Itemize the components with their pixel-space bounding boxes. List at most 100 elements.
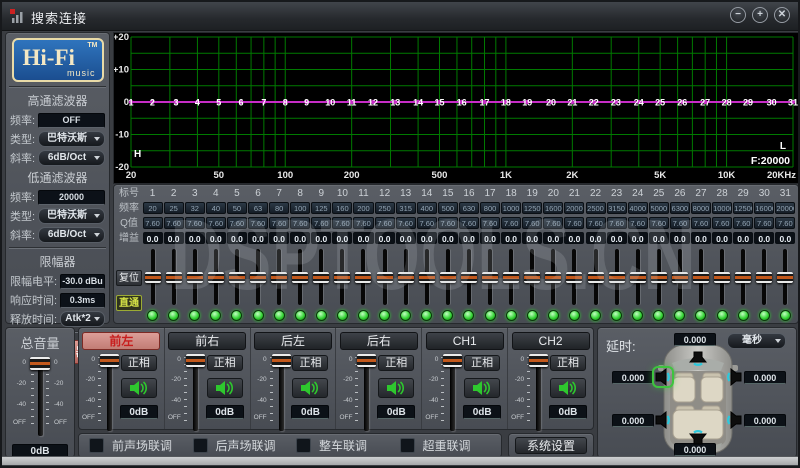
band-frequency-field[interactable]: 25 xyxy=(163,202,184,214)
band-frequency-field[interactable]: 6300 xyxy=(669,202,690,214)
delay-value-rear-left[interactable]: 0.000 xyxy=(612,414,654,427)
fader-handle[interactable] xyxy=(271,354,291,367)
delay-value-rear-right[interactable]: 0.000 xyxy=(744,414,786,427)
band-frequency-field[interactable]: 8000 xyxy=(690,202,711,214)
channel-select-button[interactable]: 前左 xyxy=(82,332,161,350)
limiter-select[interactable]: Atk*2 xyxy=(60,311,105,327)
band-frequency-field[interactable]: 125 xyxy=(311,202,332,214)
speaker-position-front-right[interactable] xyxy=(725,367,743,387)
eq-response-graph[interactable]: +20+100-10-2020 50 100 200 500 1K 2K 5K 10K 20KHz… xyxy=(113,32,798,181)
band-q-field[interactable]: 7.60 xyxy=(690,217,711,229)
band-gain-slider[interactable] xyxy=(543,249,564,305)
mute-button[interactable] xyxy=(378,378,415,398)
band-q-field[interactable]: 7.60 xyxy=(163,217,184,229)
band-gain-slider[interactable] xyxy=(754,249,775,305)
band-q-field[interactable]: 7.60 xyxy=(311,217,332,229)
band-frequency-field[interactable]: 16000 xyxy=(754,202,775,214)
band-q-field[interactable]: 7.60 xyxy=(627,217,648,229)
slider-handle[interactable] xyxy=(165,272,182,283)
mute-button[interactable] xyxy=(464,378,501,398)
band-frequency-field[interactable]: 20 xyxy=(142,202,163,214)
band-gain-field[interactable]: 0.0 xyxy=(142,232,163,244)
band-gain-field[interactable]: 0.0 xyxy=(669,232,690,244)
band-gain-slider[interactable] xyxy=(226,249,247,305)
slider-handle[interactable] xyxy=(566,272,583,283)
maximize-button[interactable]: + xyxy=(752,7,768,23)
band-frequency-field[interactable]: 400 xyxy=(416,202,437,214)
band-frequency-field[interactable]: 1250 xyxy=(522,202,543,214)
phase-button[interactable]: 正相 xyxy=(292,355,329,371)
band-gain-field[interactable]: 0.0 xyxy=(248,232,269,244)
band-gain-field[interactable]: 0.0 xyxy=(353,232,374,244)
band-gain-slider[interactable] xyxy=(775,249,796,305)
band-gain-slider[interactable] xyxy=(690,249,711,305)
hpf-select[interactable]: 6dB/Oct xyxy=(38,150,105,166)
phase-button[interactable]: 正相 xyxy=(120,355,157,371)
slider-handle[interactable] xyxy=(714,272,731,283)
slider-handle[interactable] xyxy=(692,272,709,283)
slider-handle[interactable] xyxy=(671,272,688,283)
band-gain-slider[interactable] xyxy=(311,249,332,305)
band-gain-field[interactable]: 0.0 xyxy=(564,232,585,244)
mute-button[interactable] xyxy=(292,378,329,398)
band-gain-slider[interactable] xyxy=(480,249,501,305)
slider-handle[interactable] xyxy=(228,272,245,283)
slider-handle[interactable] xyxy=(334,272,351,283)
band-gain-field[interactable]: 0.0 xyxy=(775,232,796,244)
band-q-field[interactable]: 7.60 xyxy=(543,217,564,229)
band-frequency-field[interactable]: 5000 xyxy=(648,202,669,214)
band-q-field[interactable]: 7.60 xyxy=(332,217,353,229)
band-frequency-field[interactable]: 40 xyxy=(205,202,226,214)
band-frequency-field[interactable]: 800 xyxy=(480,202,501,214)
band-q-field[interactable]: 7.60 xyxy=(374,217,395,229)
band-gain-field[interactable]: 0.0 xyxy=(269,232,290,244)
band-gain-slider[interactable] xyxy=(332,249,353,305)
band-gain-field[interactable]: 0.0 xyxy=(522,232,543,244)
band-gain-field[interactable]: 0.0 xyxy=(480,232,501,244)
band-q-field[interactable]: 7.60 xyxy=(269,217,290,229)
speaker-position-front-left[interactable] xyxy=(654,367,672,387)
speaker-position-rear-left[interactable] xyxy=(654,410,672,430)
delay-value-front-right[interactable]: 0.000 xyxy=(744,371,786,384)
slider-handle[interactable] xyxy=(460,272,477,283)
band-frequency-field[interactable]: 20000 xyxy=(775,202,796,214)
band-gain-slider[interactable] xyxy=(585,249,606,305)
slider-handle[interactable] xyxy=(144,272,161,283)
band-q-field[interactable]: 7.60 xyxy=(248,217,269,229)
band-q-field[interactable]: 7.60 xyxy=(480,217,501,229)
slider-handle[interactable] xyxy=(756,272,773,283)
lpf-input[interactable]: 20000 xyxy=(38,189,105,205)
slider-handle[interactable] xyxy=(292,272,309,283)
band-gain-field[interactable]: 0.0 xyxy=(690,232,711,244)
band-frequency-field[interactable]: 250 xyxy=(374,202,395,214)
band-gain-slider[interactable] xyxy=(290,249,311,305)
mute-button[interactable] xyxy=(206,378,243,398)
linkage-checkbox-整车联调[interactable]: 整车联调 xyxy=(290,437,394,454)
band-gain-field[interactable]: 0.0 xyxy=(395,232,416,244)
channel-level-field[interactable]: 0dB xyxy=(463,405,502,419)
band-frequency-field[interactable]: 63 xyxy=(248,202,269,214)
band-gain-field[interactable]: 0.0 xyxy=(712,232,733,244)
linkage-checkbox-超重联调[interactable]: 超重联调 xyxy=(394,437,498,454)
band-gain-field[interactable]: 0.0 xyxy=(374,232,395,244)
band-frequency-field[interactable]: 100 xyxy=(290,202,311,214)
slider-handle[interactable] xyxy=(587,272,604,283)
band-frequency-field[interactable]: 4000 xyxy=(627,202,648,214)
eq-reset-button[interactable]: 复位 xyxy=(116,270,142,286)
band-gain-field[interactable]: 0.0 xyxy=(205,232,226,244)
band-q-field[interactable]: 7.60 xyxy=(648,217,669,229)
band-q-field[interactable]: 7.60 xyxy=(501,217,522,229)
band-q-field[interactable]: 7.60 xyxy=(290,217,311,229)
channel-level-field[interactable]: 0dB xyxy=(291,405,330,419)
phase-button[interactable]: 正相 xyxy=(549,355,586,371)
mute-button[interactable] xyxy=(549,378,586,398)
checkbox[interactable] xyxy=(296,438,311,453)
band-q-field[interactable]: 7.60 xyxy=(564,217,585,229)
band-q-field[interactable]: 7.60 xyxy=(669,217,690,229)
band-gain-slider[interactable] xyxy=(669,249,690,305)
delay-value-front-center[interactable]: 0.000 xyxy=(674,333,716,346)
band-gain-field[interactable]: 0.0 xyxy=(458,232,479,244)
channel-level-field[interactable]: 0dB xyxy=(548,405,587,419)
band-frequency-field[interactable]: 200 xyxy=(353,202,374,214)
slider-handle[interactable] xyxy=(439,272,456,283)
